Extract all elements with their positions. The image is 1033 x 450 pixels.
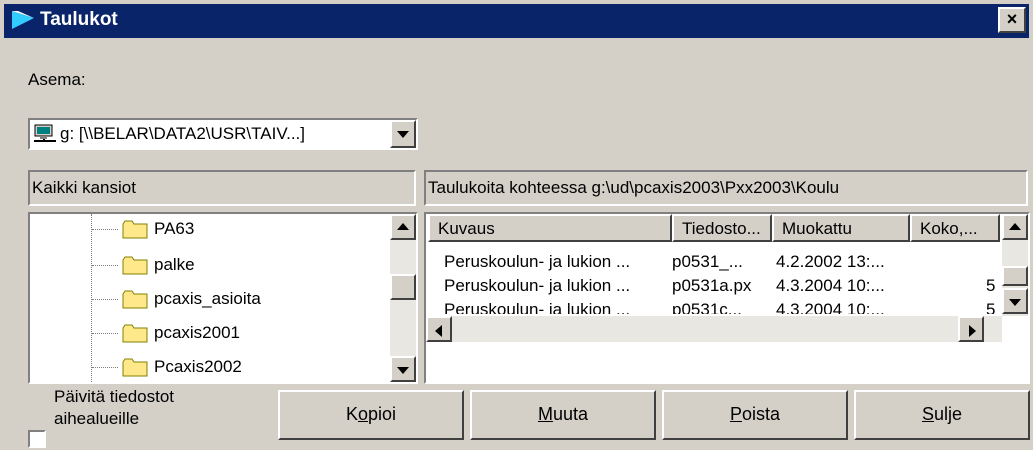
file-list-vscrollbar[interactable]: [1002, 214, 1028, 316]
drive-dropdown-button[interactable]: [390, 120, 416, 148]
tree-item-label: Pcaxis2002: [154, 357, 242, 376]
chevron-right-icon: [969, 325, 976, 337]
tree-item-label: pcaxis2001: [154, 323, 241, 342]
cell-description: Peruskoulun- ja lukion ...: [444, 300, 631, 314]
cell-size: 5: [986, 300, 996, 314]
modify-button[interactable]: Muuta: [470, 390, 656, 440]
file-list-hscrollbar[interactable]: [426, 316, 1002, 342]
folder-icon: [122, 256, 148, 275]
title-bar[interactable]: Taulukot: [4, 4, 1029, 38]
folders-header: Kaikki kansiot: [28, 170, 416, 206]
update-files-label-line2: aihealueille: [54, 409, 140, 428]
scroll-up-button[interactable]: [390, 214, 416, 240]
cell-filename: p0531c...: [672, 300, 742, 314]
close-window-button[interactable]: ×: [998, 7, 1026, 33]
table-row[interactable]: Peruskoulun- ja lukion ... p0531_... 4.2…: [426, 252, 998, 276]
scroll-up-button[interactable]: [1002, 214, 1028, 240]
drive-select-value: g: [\\BELAR\DATA2\USR\TAIV...]: [60, 124, 306, 143]
tree-item-label: palke: [154, 255, 195, 274]
folder-icon: [122, 220, 148, 239]
copy-label-pre: K: [345, 404, 358, 424]
copy-button[interactable]: Kopioi: [278, 390, 464, 440]
close-accelerator: S: [921, 404, 934, 424]
table-row[interactable]: Peruskoulun- ja lukion ... p0531c... 4.3…: [426, 300, 998, 314]
tree-item-label: pcaxis_asioita: [154, 289, 261, 308]
tree-branch: [92, 229, 118, 230]
tree-scrollbar[interactable]: [390, 214, 416, 382]
copy-accelerator: o: [357, 404, 368, 424]
app-logo-icon: [12, 11, 34, 29]
folder-tree[interactable]: PA63 palke pcaxis_asioita pcaxis2001 Pca…: [28, 212, 418, 384]
modify-label-post: uuta: [552, 404, 589, 424]
update-files-label-line1: Päivitä tiedostot: [54, 387, 175, 406]
table-row[interactable]: Peruskoulun- ja lukion ... p0531a.px 4.3…: [426, 276, 998, 300]
scroll-right-button[interactable]: [958, 316, 984, 342]
cell-modified: 4.3.2004 10:...: [776, 300, 885, 314]
column-header-filename[interactable]: Tiedosto...: [672, 214, 772, 242]
cell-modified: 4.3.2004 10:...: [776, 276, 885, 295]
copy-label-post: pioi: [368, 404, 397, 424]
cell-modified: 4.2.2002 13:...: [776, 252, 885, 271]
cell-filename: p0531_...: [672, 252, 743, 271]
chevron-up-icon: [397, 223, 409, 230]
cell-description: Peruskoulun- ja lukion ...: [444, 252, 631, 271]
folder-icon: [122, 290, 148, 309]
column-header-modified[interactable]: Muokattu: [772, 214, 910, 242]
tree-branch: [92, 367, 118, 368]
update-files-label: Päivitä tiedostot aihealueille: [54, 386, 174, 430]
scroll-down-button[interactable]: [390, 356, 416, 382]
drive-label: Asema:: [28, 70, 86, 89]
tree-branch: [92, 333, 118, 334]
network-drive-icon: [34, 124, 56, 142]
scroll-down-button[interactable]: [1002, 288, 1028, 314]
cell-description: Peruskoulun- ja lukion ...: [444, 276, 631, 295]
chevron-down-icon: [397, 131, 409, 138]
drive-select[interactable]: g: [\\BELAR\DATA2\USR\TAIV...]: [28, 118, 418, 150]
column-header-description[interactable]: Kuvaus: [428, 214, 672, 242]
close-button[interactable]: Sulje: [854, 390, 1030, 440]
chevron-up-icon: [1009, 223, 1021, 230]
close-label-post: ulje: [933, 404, 963, 424]
delete-accelerator: P: [729, 404, 742, 424]
chevron-left-icon: [435, 325, 442, 337]
folder-icon: [122, 324, 148, 343]
files-header: Taulukoita kohteessa g:\ud\pcaxis2003\Px…: [424, 170, 1028, 206]
close-icon: ×: [1006, 9, 1018, 29]
tree-branch: [92, 265, 118, 266]
tree-branch: [92, 299, 118, 300]
chevron-down-icon: [397, 367, 409, 374]
tree-item-label: PA63: [154, 219, 195, 238]
window-title: Taulukot: [40, 9, 118, 30]
delete-label-post: oista: [741, 404, 781, 424]
scroll-thumb[interactable]: [1002, 266, 1028, 286]
column-header-size[interactable]: Koko,...: [910, 214, 1000, 242]
delete-button[interactable]: Poista: [662, 390, 848, 440]
chevron-down-icon: [1009, 299, 1021, 306]
cell-filename: p0531a.px: [672, 276, 752, 295]
drive-select-field[interactable]: g: [\\BELAR\DATA2\USR\TAIV...]: [30, 120, 416, 148]
modify-accelerator: M: [537, 404, 553, 424]
scroll-left-button[interactable]: [426, 316, 452, 342]
scroll-thumb[interactable]: [390, 274, 416, 300]
update-files-checkbox[interactable]: [28, 430, 46, 448]
file-list[interactable]: Kuvaus Tiedosto... Muokattu Koko,... Per…: [424, 212, 1030, 384]
folder-icon: [122, 358, 148, 377]
cell-size: 5: [986, 276, 996, 295]
